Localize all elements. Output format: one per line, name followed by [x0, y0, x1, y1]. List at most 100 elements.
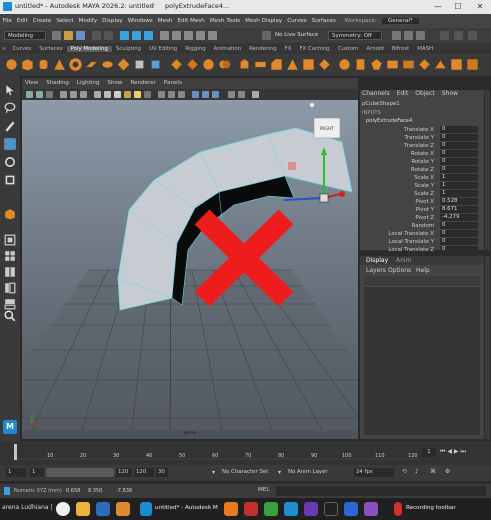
cb-menu-show[interactable]: Show [442, 90, 458, 97]
cb-row-pivot-y[interactable]: Pivot Y 8.671 [360, 206, 484, 214]
range-start-field[interactable]: 1 [6, 468, 26, 477]
menu-modify[interactable]: Modify [79, 18, 98, 24]
viewcube[interactable]: RIGHT [310, 103, 341, 139]
wireframe-on-shaded-icon[interactable] [114, 91, 121, 98]
save-scene-icon[interactable] [76, 31, 85, 40]
rotate-tool-icon[interactable] [4, 156, 16, 168]
blue-app-icon[interactable] [344, 502, 358, 516]
connect-icon[interactable] [354, 58, 367, 71]
menu-create[interactable]: Create [33, 18, 52, 24]
menu-surfaces[interactable]: Surfaces [312, 18, 336, 24]
textured-icon[interactable] [124, 91, 131, 98]
menuset-dropdown[interactable]: Modeling [4, 31, 46, 40]
ps-icon[interactable] [96, 502, 110, 516]
taskbar-left-text[interactable]: arena Ludhiana | [2, 504, 53, 511]
undo-icon[interactable] [92, 31, 101, 40]
isolate-select-icon[interactable] [178, 91, 185, 98]
poly-cube-icon[interactable] [21, 58, 34, 71]
attribute-editor-icon[interactable] [454, 31, 463, 40]
cb-row-scale-y[interactable]: Scale Y1 [360, 182, 484, 190]
shelf-tab-curves[interactable]: Curves [9, 46, 36, 52]
recording-label[interactable]: Recording toolbar [406, 505, 456, 511]
side-by-side-layout-icon[interactable] [4, 266, 16, 278]
layer-tab-display[interactable]: Display [366, 257, 388, 264]
outliner-layout-icon[interactable] [4, 282, 16, 294]
snap-grid-icon[interactable] [160, 31, 169, 40]
bevel-icon[interactable] [270, 58, 283, 71]
smooth-shade-icon[interactable] [104, 91, 111, 98]
fill-hole-icon[interactable] [302, 58, 315, 71]
smooth-icon[interactable] [202, 58, 215, 71]
purple-app-icon[interactable] [364, 502, 378, 516]
shelf-tab-mash[interactable]: MASH [413, 46, 437, 52]
maya-task-icon[interactable] [140, 502, 152, 516]
camera-select-icon[interactable] [26, 91, 33, 98]
cb-row-pivot-x[interactable]: Pivot X 0.528 [360, 198, 484, 206]
range-inner-end-field[interactable]: 120 [116, 468, 132, 477]
film-gate-icon[interactable] [70, 91, 77, 98]
layer-tab-anim[interactable]: Anim [396, 257, 411, 264]
range-inner-start-field[interactable]: 1 [30, 468, 44, 477]
layer-menu-options[interactable]: Options [388, 267, 411, 274]
shelf-tab-rendering[interactable]: Rendering [245, 46, 281, 52]
vp-menu-show[interactable]: Show [107, 78, 122, 89]
cb-row-local-translate-z[interactable]: Local Translate Z0 [360, 246, 484, 254]
wireframe-icon[interactable] [94, 91, 101, 98]
menu-edit-mesh[interactable]: Edit Mesh [177, 18, 204, 24]
menu-select[interactable]: Select [56, 18, 73, 24]
live-surface-label[interactable]: No Live Surface [272, 31, 324, 40]
open-scene-icon[interactable] [64, 31, 73, 40]
target-weld-icon[interactable] [338, 58, 351, 71]
ambient-occlusion-icon[interactable] [192, 91, 199, 98]
cb-row-scale-z[interactable]: Scale Z1 [360, 190, 484, 198]
select-hierarchy-icon[interactable] [120, 31, 129, 40]
channel-box-scrollbar[interactable] [485, 90, 490, 250]
menu-edit[interactable]: Edit [17, 18, 28, 24]
menu-mesh-display[interactable]: Mesh Display [245, 18, 282, 24]
anti-aliasing-icon[interactable] [202, 91, 209, 98]
combine-icon[interactable] [170, 58, 183, 71]
fps-dropdown[interactable]: 24 fps [354, 468, 394, 477]
pt-app-icon[interactable] [76, 502, 90, 516]
color-management-icon[interactable] [252, 91, 259, 98]
key-icon[interactable]: ⌘ [430, 468, 436, 475]
poly-torus-icon[interactable] [69, 58, 82, 71]
platonic-solid-icon[interactable] [117, 58, 130, 71]
menu-mesh-tools[interactable]: Mesh Tools [210, 18, 240, 24]
render-settings-icon[interactable] [416, 31, 425, 40]
xray-icon[interactable] [158, 91, 165, 98]
planar-uv-icon[interactable] [450, 58, 463, 71]
new-scene-icon[interactable] [52, 31, 61, 40]
shelf-tab-rigging[interactable]: Rigging [181, 46, 209, 52]
ipr-render-icon[interactable] [404, 31, 413, 40]
step-back-icon[interactable]: ⏮ [440, 448, 445, 455]
cb-row-rotate-x[interactable]: Rotate X0 [360, 150, 484, 158]
menu-file[interactable]: File [3, 18, 12, 24]
lasso-tool-icon[interactable] [4, 102, 16, 114]
move-tool-icon[interactable] [4, 138, 16, 150]
redo-icon[interactable] [104, 31, 113, 40]
svg-tool-icon[interactable] [149, 58, 162, 71]
separate-icon[interactable] [186, 58, 199, 71]
vp-menu-shading[interactable]: Shading [46, 78, 69, 89]
bookmark-icon[interactable] [46, 91, 53, 98]
sound-icon[interactable]: ♪ [415, 468, 419, 475]
channel-box-toggle-icon[interactable] [468, 31, 477, 40]
workspace-dropdown[interactable]: General* [381, 18, 419, 24]
layer-menu-layers[interactable]: Layers [366, 267, 386, 274]
shadows-icon[interactable] [144, 91, 151, 98]
cb-object-name[interactable]: pCubeShape1 [362, 101, 400, 107]
range-end2-field[interactable]: 30 [156, 468, 168, 477]
character-set-icon[interactable]: ▾ [212, 468, 218, 477]
cb-row-scale-x[interactable]: Scale X1 [360, 174, 484, 182]
current-time-marker[interactable] [14, 444, 17, 460]
shelf-tab-fx[interactable]: FX [281, 46, 296, 52]
select-object-icon[interactable] [132, 31, 141, 40]
modeling-toolkit-icon[interactable] [440, 31, 449, 40]
step-forward-icon[interactable]: ⏭ [460, 448, 465, 455]
viewcube-home-icon[interactable] [310, 103, 314, 107]
last-tool-icon[interactable] [4, 208, 16, 220]
resolution-gate-icon[interactable] [80, 91, 87, 98]
current-frame-field[interactable]: 1 [422, 448, 436, 457]
quad-draw-icon[interactable] [370, 58, 383, 71]
